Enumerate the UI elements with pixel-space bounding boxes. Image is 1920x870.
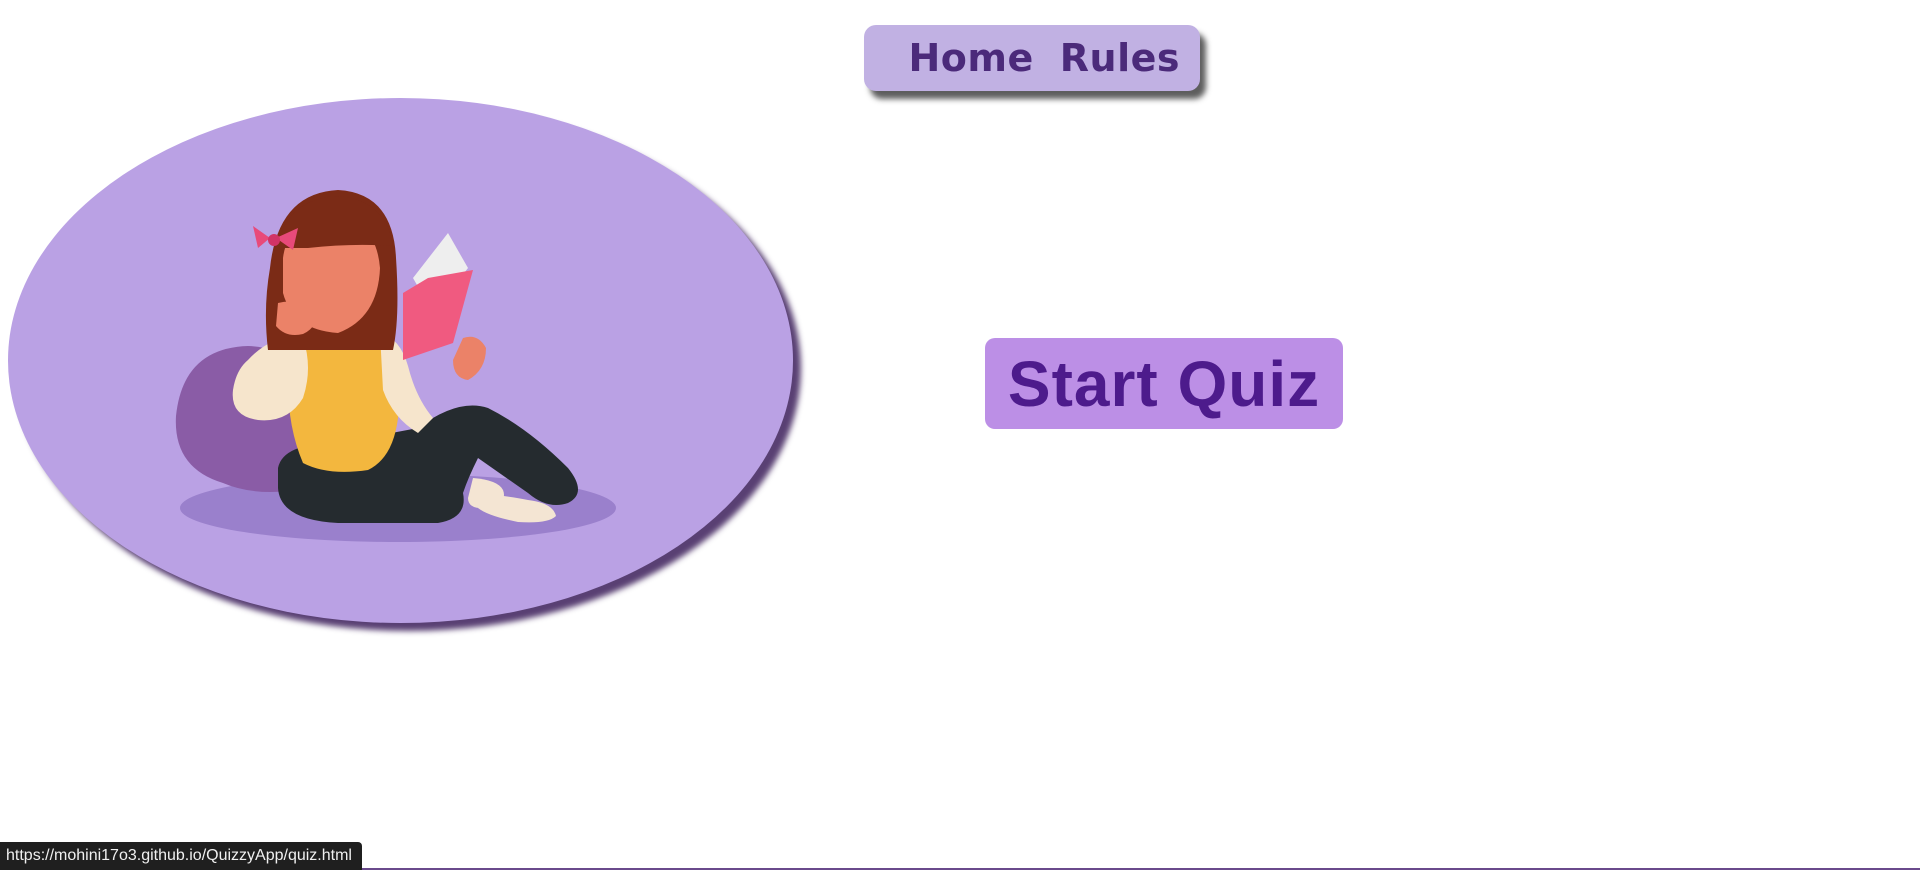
hand-holding-book: [453, 336, 486, 380]
top-navbar: Home Rules: [864, 25, 1200, 91]
nav-rules-link[interactable]: Rules: [1060, 36, 1180, 80]
hair-bow-knot: [268, 234, 280, 246]
status-bar-url: https://mohini17o3.github.io/QuizzyApp/q…: [0, 842, 362, 870]
nav-home-link[interactable]: Home: [908, 36, 1033, 80]
hero-illustration-ellipse: [8, 98, 793, 623]
page: Home Rules Start Quiz https://mohini17o3…: [0, 0, 1920, 870]
start-quiz-button[interactable]: Start Quiz: [985, 338, 1343, 429]
girl-reading-book-illustration: [175, 190, 616, 542]
